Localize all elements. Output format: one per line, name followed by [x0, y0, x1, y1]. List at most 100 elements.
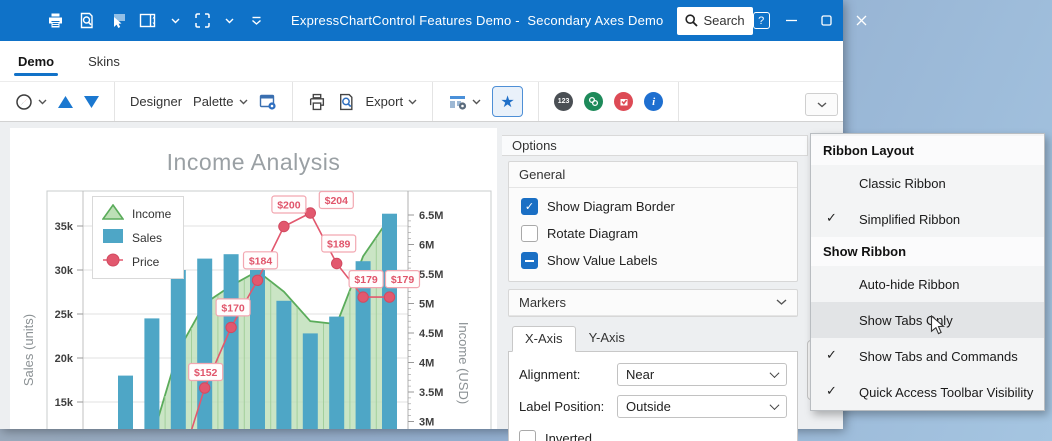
menu-item-label: Quick Access Toolbar Visibility	[859, 385, 1033, 400]
collapse-chevron-icon[interactable]	[776, 299, 787, 306]
close-button[interactable]	[849, 9, 875, 33]
price-point[interactable]	[279, 221, 289, 231]
print-button[interactable]	[308, 93, 326, 111]
combo-value: Outside	[626, 399, 671, 414]
price-point[interactable]	[252, 275, 262, 285]
gauge-button[interactable]	[15, 93, 47, 111]
menu-item-0-1[interactable]: ✓ Simplified Ribbon	[811, 201, 1044, 237]
badge-check-icon[interactable]	[614, 92, 633, 111]
price-point[interactable]	[305, 208, 315, 218]
quick-access-toolbar	[46, 12, 265, 30]
gauge-icon	[15, 93, 33, 111]
tab-y-axis[interactable]: Y-Axis	[576, 325, 638, 351]
right-axis-tick-label: 5.5M	[419, 269, 443, 281]
help-button[interactable]: ?	[753, 12, 770, 29]
touch-pointer-icon[interactable]	[108, 12, 126, 30]
markers-group-title: Markers	[519, 295, 566, 310]
toolbar-group-design: Designer Palette	[115, 82, 293, 121]
chevron-down-icon[interactable]	[170, 12, 180, 30]
tab-x-axis[interactable]: X-Axis	[512, 326, 576, 352]
sales-bar[interactable]	[276, 301, 291, 429]
options-panel-title: Options	[502, 135, 808, 156]
menu-item-1-0[interactable]: Auto-hide Ribbon	[811, 266, 1044, 302]
selection-brackets-icon[interactable]	[193, 12, 211, 30]
export-button[interactable]: Export	[366, 94, 418, 109]
menu-item-1-3[interactable]: ✓ Quick Access Toolbar Visibility	[811, 374, 1044, 410]
chevron-down-icon	[239, 99, 248, 105]
checkbox-unchecked-icon[interactable]	[519, 430, 536, 441]
print-preview-icon[interactable]	[77, 12, 95, 30]
print-icon[interactable]	[46, 12, 64, 30]
panel-layout-icon[interactable]	[139, 12, 157, 30]
toolbar-gear-icon	[448, 93, 467, 111]
left-axis-tick-label: 20k	[55, 353, 74, 365]
checkbox-label: Show Value Labels	[547, 253, 657, 268]
price-value-label: $189	[322, 235, 356, 252]
tab-demo[interactable]: Demo	[14, 45, 58, 81]
sales-bar[interactable]	[382, 214, 397, 429]
search-box[interactable]: Search	[677, 7, 752, 35]
price-point[interactable]	[226, 322, 236, 332]
app-window: ExpressChartControl Features Demo - Seco…	[0, 0, 843, 429]
sales-bar[interactable]	[118, 376, 133, 429]
designer-button[interactable]: Designer	[130, 94, 182, 109]
checkbox-checked-icon[interactable]: ✓	[521, 198, 538, 215]
favorites-toggle-button[interactable]: ★	[492, 86, 523, 117]
options-panel: Options General ✓ Show Diagram Border Ro…	[502, 135, 808, 429]
price-point[interactable]	[384, 292, 394, 302]
triangle-down-icon	[84, 96, 99, 108]
move-up-button[interactable]	[58, 96, 73, 108]
markers-groupbox: Markers	[508, 289, 798, 317]
general-checkbox-0[interactable]: ✓ Show Diagram Border	[521, 198, 785, 215]
chart-settings-button[interactable]	[259, 93, 277, 111]
ribbon-options-dropdown-button[interactable]	[805, 93, 838, 116]
right-axis-title: Income (USD)	[456, 322, 471, 404]
form-gear-icon	[259, 93, 277, 111]
badge-link-icon[interactable]	[584, 92, 603, 111]
titlebar: ExpressChartControl Features Demo - Seco…	[0, 0, 843, 41]
sales-bar[interactable]	[303, 333, 318, 429]
toolbar-customize-button[interactable]	[448, 93, 481, 111]
general-checkbox-2[interactable]: Show Value Labels	[521, 252, 785, 269]
checkbox-indeterminate-icon[interactable]	[521, 252, 538, 269]
sales-bar[interactable]	[329, 317, 344, 429]
toolbar-group-output: Export	[293, 82, 434, 121]
field-label: Label Position:	[519, 399, 611, 414]
menu-item-label: Classic Ribbon	[859, 176, 946, 191]
sales-bar[interactable]	[171, 270, 186, 429]
menu-item-0-0[interactable]: Classic Ribbon	[811, 165, 1044, 201]
sales-bar[interactable]	[250, 270, 265, 429]
maximize-button[interactable]	[814, 9, 840, 33]
price-value-label: $179	[349, 271, 383, 288]
price-value-label: $204	[319, 192, 353, 209]
checkbox-unchecked-icon[interactable]	[521, 225, 538, 242]
menu-item-1-1[interactable]: Show Tabs Only	[811, 302, 1044, 338]
sales-bar[interactable]	[224, 254, 239, 429]
menu-item-label: Show Tabs and Commands	[859, 349, 1018, 364]
tab-skins[interactable]: Skins	[84, 45, 124, 81]
combo-0[interactable]: Near	[617, 363, 787, 386]
palette-button[interactable]: Palette	[193, 94, 247, 109]
move-down-button[interactable]	[84, 96, 99, 108]
chevron-down-icon	[817, 102, 827, 108]
general-checkbox-1[interactable]: Rotate Diagram	[521, 225, 785, 242]
sales-bar[interactable]	[144, 318, 159, 429]
minimize-button[interactable]	[779, 9, 805, 33]
price-value-label: $179	[386, 271, 420, 288]
price-point[interactable]	[332, 258, 342, 268]
markers-checkbox-0[interactable]: Inverted	[519, 430, 787, 441]
svg-text:$179: $179	[391, 274, 415, 286]
mouse-cursor	[930, 315, 949, 336]
menu-item-1-2[interactable]: ✓ Show Tabs and Commands	[811, 338, 1044, 374]
badge-123-icon[interactable]: 123	[554, 92, 573, 111]
legend-label: Price	[132, 255, 159, 269]
chevron-down-icon	[408, 99, 417, 105]
badge-info-icon[interactable]: i	[644, 92, 663, 111]
chevron-down-icon[interactable]	[224, 12, 234, 30]
price-point[interactable]	[358, 292, 368, 302]
checkmark-icon: ✓	[826, 347, 837, 363]
print-preview-button[interactable]	[337, 93, 355, 111]
collapse-toolbar-icon[interactable]	[247, 12, 265, 30]
combo-1[interactable]: Outside	[617, 395, 787, 418]
price-point[interactable]	[200, 383, 210, 393]
